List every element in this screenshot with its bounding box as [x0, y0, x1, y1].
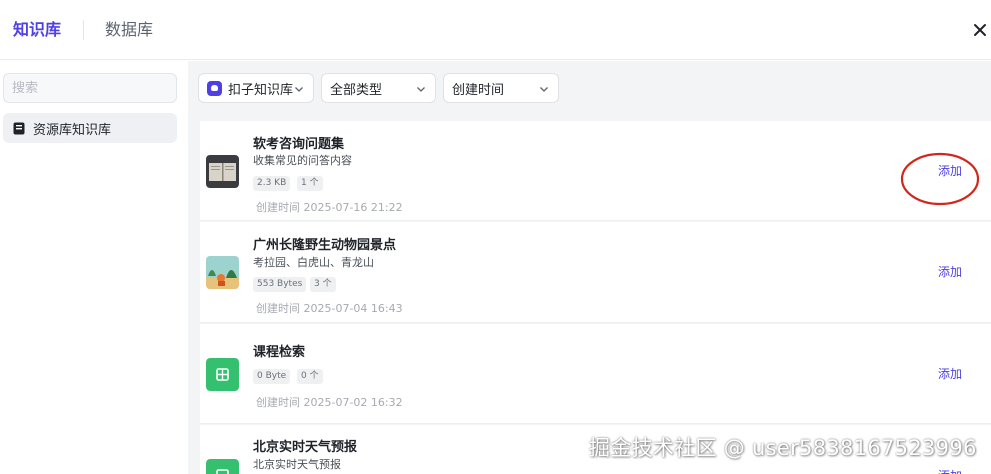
size-badge: 2.3 KB: [253, 176, 291, 191]
sidebar: 资源库知识库: [0, 61, 188, 474]
card-title: 北京实时天气预报: [253, 440, 358, 455]
type-filter-label: 全部类型: [330, 82, 383, 98]
card-description: 收集常见的问答内容: [253, 154, 352, 167]
tab-knowledge-base[interactable]: 知识库: [13, 19, 61, 41]
chevron-down-icon: [540, 87, 548, 92]
watermark: 掘金技术社区 @ user5838167523996: [589, 436, 977, 460]
tab-database[interactable]: 数据库: [105, 19, 153, 41]
table-icon: [206, 459, 239, 474]
add-button[interactable]: 添加: [924, 260, 976, 284]
count-badge: 1 个: [297, 176, 323, 191]
created-time: 创建时间 2025-07-02 16:32: [256, 396, 403, 409]
card-description: 北京实时天气预报: [253, 458, 341, 471]
card-description: 考拉园、白虎山、青龙山: [253, 256, 374, 269]
knowledge-card[interactable]: 软考咨询问题集 收集常见的问答内容 2.3 KB 1 个 创建时间 2025-0…: [200, 121, 991, 221]
chevron-down-icon: [417, 87, 425, 92]
created-time: 创建时间 2025-07-16 21:22: [256, 201, 403, 214]
card-title: 软考咨询问题集: [253, 137, 345, 152]
time-sort-dropdown[interactable]: 创建时间: [443, 73, 559, 103]
search-input[interactable]: [3, 73, 177, 103]
book-thumbnail-icon: [206, 155, 239, 188]
dialog-header: 知识库 数据库: [0, 0, 991, 60]
size-badge: 0 Byte: [253, 369, 291, 384]
add-button[interactable]: 添加: [924, 464, 976, 474]
zoo-thumbnail-icon: [206, 256, 239, 289]
created-time: 创建时间 2025-07-04 16:43: [256, 302, 403, 315]
table-icon: [206, 358, 239, 391]
size-badge: 553 Bytes: [253, 277, 307, 292]
source-filter-dropdown[interactable]: 扣子知识库: [198, 73, 314, 103]
main-panel: 扣子知识库 全部类型 创建时间 软考咨询问题集 收集常见的问答内容 2.3 KB…: [188, 61, 991, 474]
add-button[interactable]: 添加: [924, 362, 976, 386]
sidebar-item-label: 资源库知识库: [33, 122, 112, 138]
close-icon[interactable]: [970, 20, 990, 40]
knowledge-card[interactable]: 课程检索 0 Byte 0 个 创建时间 2025-07-02 16:32 添加: [200, 324, 991, 424]
count-badge: 0 个: [297, 369, 323, 384]
book-icon: [13, 122, 25, 134]
coze-icon: [207, 80, 222, 96]
time-sort-label: 创建时间: [452, 82, 505, 98]
sidebar-item-resource-knowledge-base[interactable]: 资源库知识库: [3, 113, 177, 143]
count-badge: 3 个: [310, 277, 336, 292]
add-button[interactable]: 添加: [924, 159, 976, 183]
source-filter-label: 扣子知识库: [228, 82, 294, 98]
card-title: 课程检索: [253, 345, 306, 360]
knowledge-card[interactable]: 广州长隆野生动物园景点 考拉园、白虎山、青龙山 553 Bytes 3 个 创建…: [200, 222, 991, 323]
tab-divider: [83, 20, 84, 40]
card-title: 广州长隆野生动物园景点: [253, 238, 397, 253]
chevron-down-icon: [295, 87, 303, 92]
type-filter-dropdown[interactable]: 全部类型: [321, 73, 436, 103]
